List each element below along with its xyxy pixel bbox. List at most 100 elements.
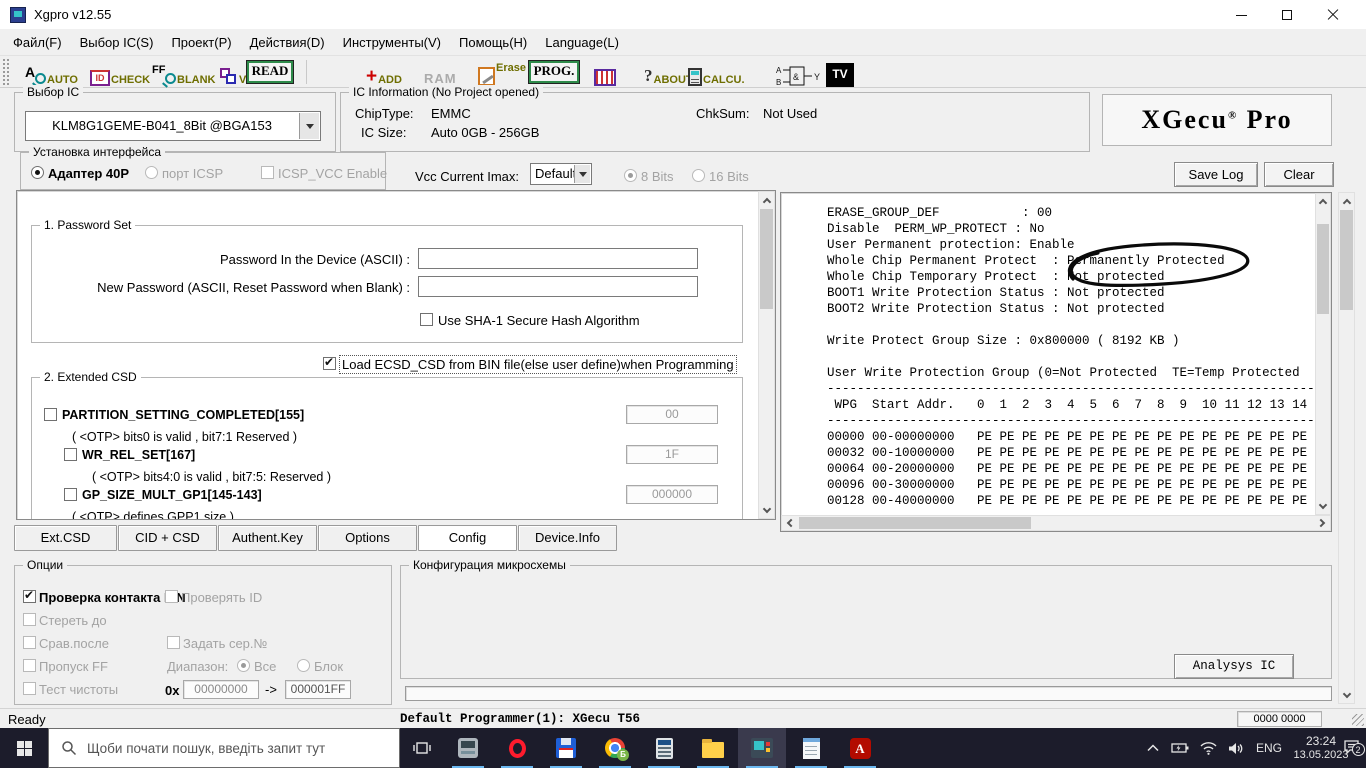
password-new-input[interactable] (418, 276, 698, 297)
adapter-40p-label: Адаптер 40P (48, 166, 129, 181)
calculator-icon (688, 68, 702, 86)
resize-grip[interactable] (1352, 714, 1364, 726)
scroll-thumb[interactable] (1317, 224, 1329, 314)
app-chrome[interactable]: Б (591, 728, 639, 768)
app-acrobat[interactable]: A (836, 728, 884, 768)
adapter-40p-radio[interactable] (31, 166, 44, 179)
vcc-imax-dropdown-button[interactable] (574, 165, 590, 183)
maximize-button[interactable] (1264, 0, 1310, 30)
app-floppy[interactable] (542, 728, 590, 768)
scroll-up-arrow[interactable] (1316, 194, 1330, 209)
app-calculator[interactable] (640, 728, 688, 768)
start-button[interactable] (0, 728, 48, 768)
check-button[interactable]: ID CHECK (90, 58, 150, 86)
app-file-explorer[interactable] (689, 728, 737, 768)
scroll-down-arrow[interactable] (1316, 499, 1330, 514)
log-vertical-scrollbar[interactable] (1315, 193, 1331, 515)
tab-authent-key[interactable]: Authent.Key (218, 525, 317, 551)
action-center-button[interactable]: 2 (1336, 728, 1366, 768)
vcc-imax-combo[interactable]: Default (530, 163, 592, 185)
ic-size-value: Auto 0GB - 256GB (431, 125, 539, 140)
tray-expand-button[interactable] (1140, 728, 1166, 768)
partition-setting-checkbox[interactable] (44, 408, 57, 421)
blank-button[interactable]: BLANK (152, 58, 216, 86)
password-device-input[interactable] (418, 248, 698, 269)
erase-button[interactable]: Erase (478, 58, 526, 86)
about-button[interactable]: ? ABOUT (644, 58, 693, 86)
tray-language[interactable]: ENG (1250, 728, 1288, 768)
verify-icon (218, 66, 238, 86)
tray-volume[interactable] (1222, 728, 1250, 768)
scroll-up-arrow[interactable] (759, 192, 774, 208)
menu-item-help[interactable]: Помощь(H) (450, 30, 536, 56)
menu-item-project[interactable]: Проект(P) (162, 30, 240, 56)
read-button[interactable]: READ (246, 60, 294, 84)
chrome-icon: Б (605, 738, 625, 758)
tab-cid-csd[interactable]: CID + CSD (118, 525, 217, 551)
address-from-input[interactable]: 00000000 (183, 680, 259, 699)
menu-item-select-ic[interactable]: Выбор IC(S) (71, 30, 163, 56)
minimize-button[interactable] (1218, 0, 1264, 30)
page-vertical-scrollbar[interactable] (1338, 192, 1355, 704)
icsp-vcc-checkbox (261, 166, 274, 179)
ic-test-button[interactable] (594, 58, 616, 86)
floppy-disk-icon (556, 738, 576, 758)
config-panel-scrollbar[interactable] (758, 191, 775, 519)
tab-options[interactable]: Options (318, 525, 417, 551)
tab-device-info[interactable]: Device.Info (518, 525, 617, 551)
close-button[interactable] (1310, 0, 1356, 30)
windows-logo-icon (17, 741, 32, 756)
chksum-label: ChkSum: (696, 106, 749, 121)
status-counter: 0000 0000 (1237, 711, 1322, 727)
plus-icon: + (366, 68, 377, 86)
app-programmer-tool[interactable] (444, 728, 492, 768)
analysys-ic-button[interactable]: Analysys IC (1174, 654, 1294, 679)
logic-gate-button[interactable]: A B & Y (776, 60, 822, 88)
range-block-radio (297, 659, 310, 672)
ic-select-combo[interactable]: KLM8G1GEME-B041_8Bit @BGA153 (25, 111, 321, 141)
address-to-input[interactable]: 000001FF (285, 680, 351, 699)
taskbar-search[interactable]: Щоби почати пошук, введіть запит тут (48, 728, 400, 768)
tray-wifi[interactable] (1194, 728, 1222, 768)
task-view-button[interactable] (400, 728, 444, 768)
status-bar: Ready Default Programmer(1): XGecu T56 0… (0, 708, 1366, 728)
pin-check-label: Проверка контакта PIN (39, 590, 186, 605)
auto-button[interactable]: AUTO (24, 58, 78, 86)
save-log-button[interactable]: Save Log (1174, 162, 1258, 187)
clear-button[interactable]: Clear (1264, 162, 1334, 187)
erase-before-checkbox (23, 613, 36, 626)
tab-ext-csd[interactable]: Ext.CSD (14, 525, 117, 551)
scroll-up-arrow[interactable] (1339, 193, 1354, 209)
sha1-checkbox[interactable] (420, 313, 433, 326)
prog-button[interactable]: PROG. (528, 60, 580, 84)
app-opera[interactable] (493, 728, 541, 768)
client-area: Выбор IC KLM8G1GEME-B041_8Bit @BGA153 IC… (0, 88, 1366, 708)
skip-ff-label: Пропуск FF (39, 659, 108, 674)
tab-config[interactable]: Config (418, 525, 517, 551)
menu-item-language[interactable]: Language(L) (536, 30, 628, 56)
scroll-thumb[interactable] (1340, 210, 1353, 310)
load-ecsd-label[interactable]: Load ECSD_CSD from BIN file(else user de… (339, 355, 737, 374)
ic-select-dropdown-button[interactable] (299, 113, 319, 139)
menu-item-tools[interactable]: Инструменты(V) (334, 30, 450, 56)
pin-check-checkbox[interactable] (23, 590, 36, 603)
range-arrow: -> (265, 682, 277, 697)
add-button[interactable]: + ADD (366, 58, 402, 86)
wr-rel-set-checkbox[interactable] (64, 448, 77, 461)
gp-size-mult-checkbox[interactable] (64, 488, 77, 501)
app-xgpro-active[interactable] (738, 728, 786, 768)
app-notepad[interactable] (787, 728, 835, 768)
tab-strip: Ext.CSD CID + CSD Authent.Key Options Co… (0, 525, 1366, 552)
load-ecsd-checkbox[interactable] (323, 357, 336, 370)
gp-size-mult-note: ( <OTP> defines GPP1 size ) (72, 510, 234, 520)
calculator-button[interactable]: CALCU. (688, 58, 745, 86)
protection-log[interactable]: ERASE_GROUP_DEF : 00 Disable PERM_WP_PRO… (785, 205, 1315, 515)
tv-out-button[interactable]: TV (826, 59, 854, 87)
auto-icon (24, 64, 46, 86)
menu-item-actions[interactable]: Действия(D) (241, 30, 334, 56)
scroll-thumb[interactable] (760, 209, 773, 309)
scroll-down-arrow[interactable] (759, 502, 774, 518)
tray-battery[interactable] (1166, 728, 1194, 768)
menu-item-file[interactable]: Файл(F) (4, 30, 71, 56)
scroll-down-arrow[interactable] (1339, 687, 1354, 703)
